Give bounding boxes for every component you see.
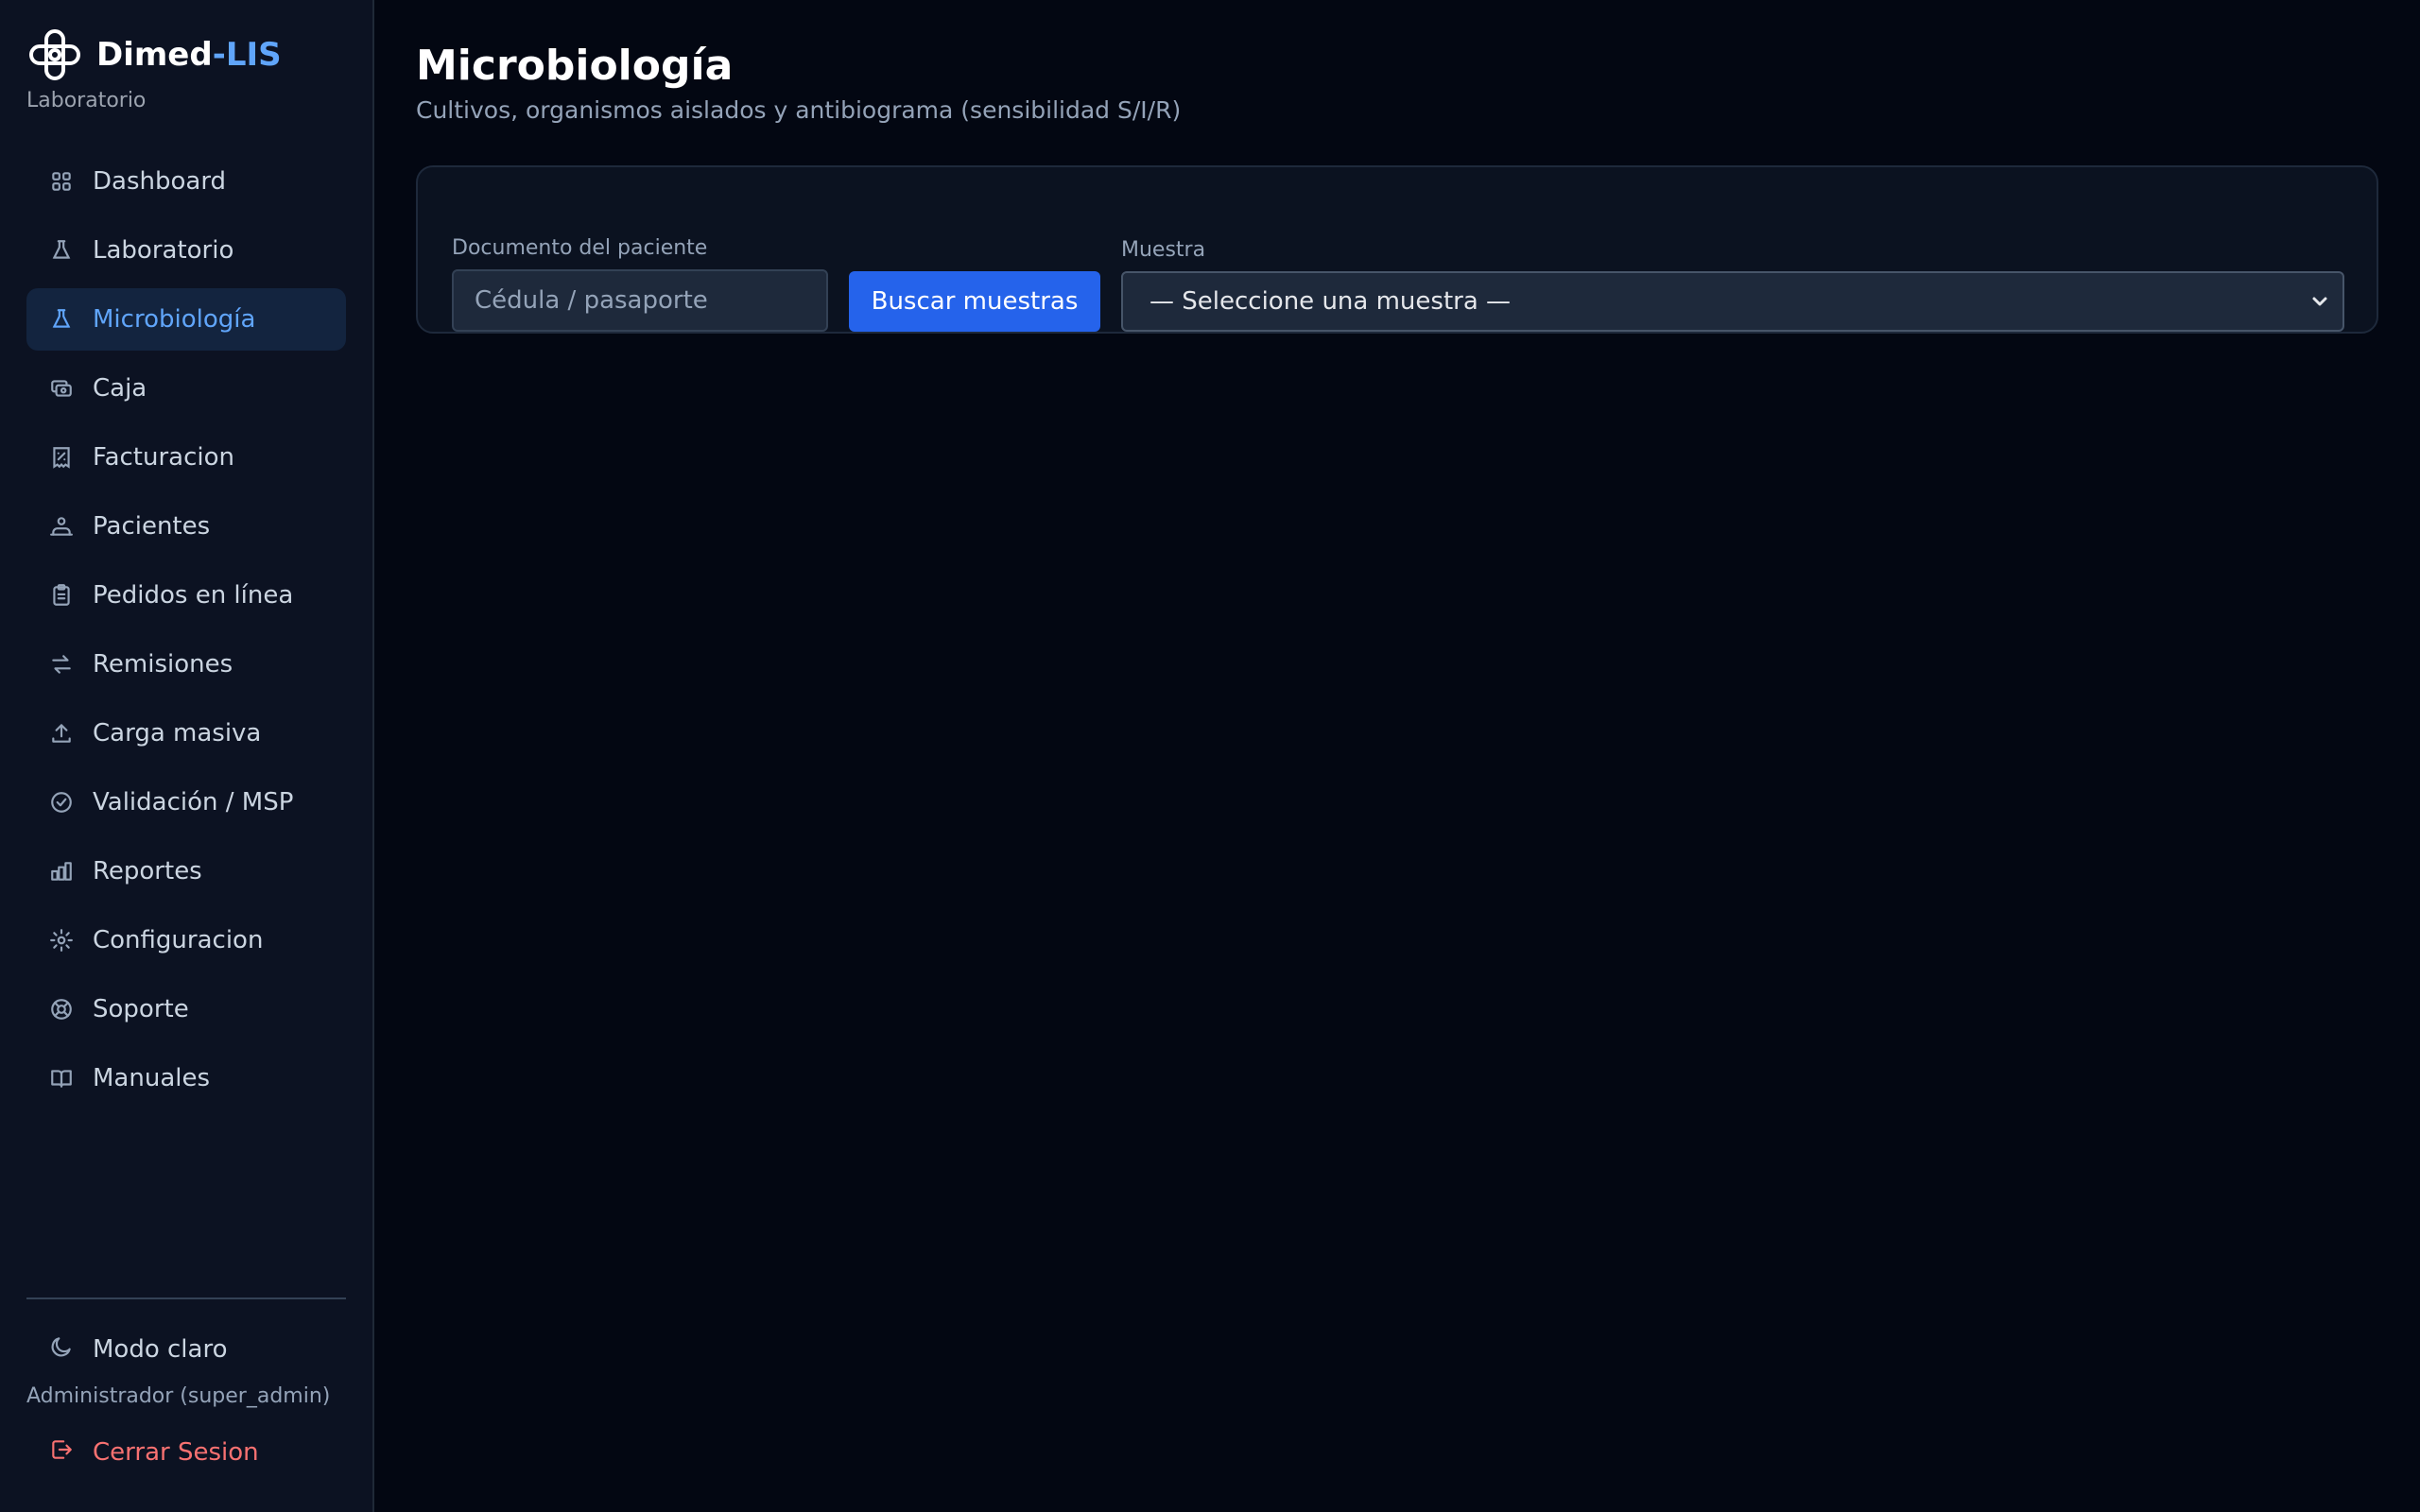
sidebar-item-label: Pacientes <box>93 512 211 541</box>
grid-icon <box>49 169 74 194</box>
sidebar-item-label: Facturacion <box>93 443 234 472</box>
document-label: Documento del paciente <box>452 236 708 260</box>
flask-icon <box>49 307 74 332</box>
sidebar-item-label: Carga masiva <box>93 719 262 747</box>
sidebar-footer: Modo claro Administrador (super_admin) C… <box>26 1297 346 1484</box>
sidebar-item-label: Validación / MSP <box>93 788 294 816</box>
theme-toggle-button[interactable]: Modo claro <box>26 1318 346 1381</box>
theme-toggle-label: Modo claro <box>93 1335 228 1364</box>
logout-icon <box>49 1437 74 1469</box>
lifebuoy-icon <box>49 997 74 1022</box>
brand-name: Dimed-LIS <box>96 36 282 74</box>
page-title: Microbiología <box>416 42 734 90</box>
search-form: Documento del paciente Buscar muestras M… <box>452 233 2344 332</box>
app-root: Dimed-LIS Laboratorio Dashboard Laborato… <box>0 0 2420 1512</box>
page-subtitle: Cultivos, organismos aislados y antibiog… <box>416 96 1182 124</box>
sidebar-item-reportes[interactable]: Reportes <box>26 840 346 902</box>
sidebar-item-label: Configuracion <box>93 926 264 954</box>
moon-icon <box>49 1334 74 1366</box>
logout-button[interactable]: Cerrar Sesion <box>26 1421 346 1484</box>
brand[interactable]: Dimed-LIS <box>26 26 346 83</box>
sidebar-item-configuracion[interactable]: Configuracion <box>26 909 346 971</box>
sidebar-divider <box>26 1297 346 1299</box>
users-icon <box>49 514 74 539</box>
search-samples-button[interactable]: Buscar muestras <box>849 271 1100 332</box>
check-circle-icon <box>49 790 74 815</box>
sidebar-item-remisiones[interactable]: Remisiones <box>26 633 346 696</box>
sidebar-item-label: Dashboard <box>93 167 227 196</box>
cash-icon <box>49 376 74 401</box>
sidebar-nav: Dashboard Laboratorio Microbiología Caja <box>26 150 346 1109</box>
sidebar-item-carga-masiva[interactable]: Carga masiva <box>26 702 346 765</box>
sidebar-item-label: Manuales <box>93 1064 211 1092</box>
sidebar-item-dashboard[interactable]: Dashboard <box>26 150 346 213</box>
sample-field-group: Muestra — Seleccione una muestra — <box>1121 238 2344 332</box>
receipt-icon <box>49 445 74 470</box>
sidebar-item-label: Microbiología <box>93 305 256 334</box>
gear-icon <box>49 928 74 953</box>
upload-icon <box>49 721 74 746</box>
sidebar-item-label: Remisiones <box>93 650 233 679</box>
sidebar-item-manuales[interactable]: Manuales <box>26 1047 346 1109</box>
sidebar-item-microbiologia[interactable]: Microbiología <box>26 288 346 351</box>
sidebar-item-label: Soporte <box>93 995 189 1023</box>
sidebar-item-pacientes[interactable]: Pacientes <box>26 495 346 558</box>
sample-label: Muestra <box>1121 238 1206 262</box>
book-icon <box>49 1066 74 1091</box>
clipboard-icon <box>49 583 74 608</box>
arrows-exchange-icon <box>49 652 74 677</box>
sidebar-item-facturacion[interactable]: Facturacion <box>26 426 346 489</box>
logout-label: Cerrar Sesion <box>93 1438 259 1467</box>
sidebar: Dimed-LIS Laboratorio Dashboard Laborato… <box>0 0 374 1512</box>
sidebar-item-caja[interactable]: Caja <box>26 357 346 420</box>
bar-chart-icon <box>49 859 74 884</box>
flask-icon <box>49 238 74 263</box>
sidebar-item-label: Laboratorio <box>93 236 234 265</box>
logo-icon <box>26 26 83 83</box>
sidebar-item-validacion[interactable]: Validación / MSP <box>26 771 346 833</box>
main-content: Microbiología Cultivos, organismos aisla… <box>374 0 2420 1512</box>
sample-select[interactable]: — Seleccione una muestra — <box>1121 271 2344 332</box>
sidebar-item-laboratorio[interactable]: Laboratorio <box>26 219 346 282</box>
document-input[interactable] <box>452 269 828 332</box>
sidebar-item-pedidos[interactable]: Pedidos en línea <box>26 564 346 627</box>
sidebar-item-label: Pedidos en línea <box>93 581 294 610</box>
sidebar-item-label: Reportes <box>93 857 202 885</box>
sample-search-card: Documento del paciente Buscar muestras M… <box>416 165 2378 334</box>
sample-select-value: — Seleccione una muestra — <box>1150 287 1512 316</box>
chevron-down-icon <box>2308 290 2331 313</box>
document-field-group: Documento del paciente <box>452 236 828 332</box>
current-user-label: Administrador (super_admin) <box>26 1384 331 1408</box>
brand-subtitle: Laboratorio <box>26 89 147 112</box>
sidebar-item-soporte[interactable]: Soporte <box>26 978 346 1040</box>
sidebar-item-label: Caja <box>93 374 147 403</box>
